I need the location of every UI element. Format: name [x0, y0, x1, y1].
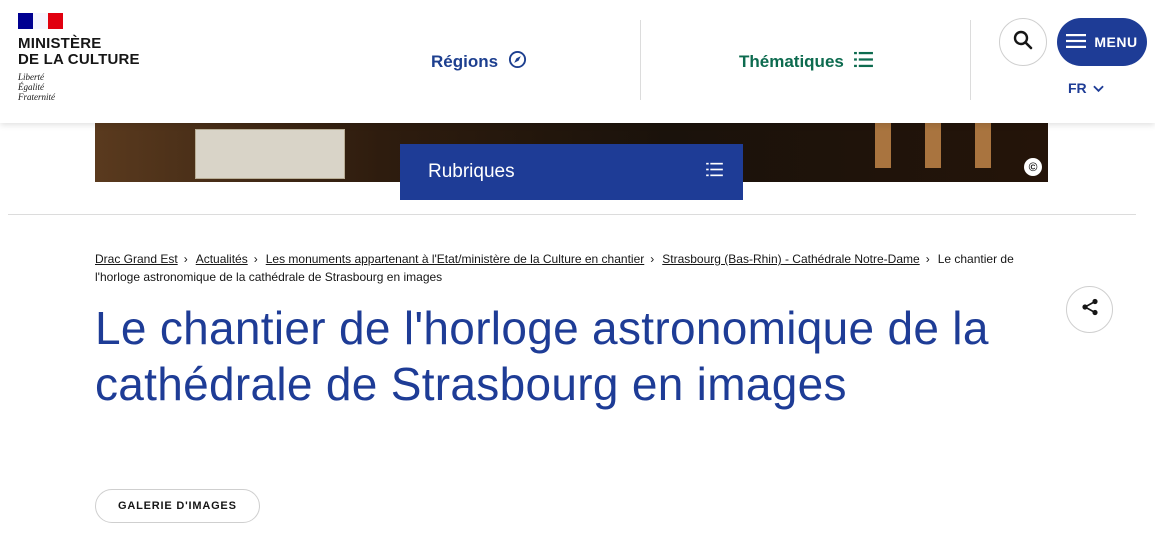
- breadcrumb: Drac Grand Est › Actualités › Les monuments …: [95, 250, 1055, 286]
- nav-thematiques[interactable]: Thématiques: [739, 50, 873, 74]
- image-detail: [975, 123, 991, 168]
- rubriques-button[interactable]: Rubriques: [400, 144, 743, 200]
- breadcrumb-link[interactable]: Actualités: [196, 252, 248, 266]
- search-icon: [1013, 30, 1033, 55]
- motto-liberte: Liberté: [18, 72, 44, 82]
- copyright-icon[interactable]: ©: [1024, 158, 1042, 176]
- compass-icon: [508, 50, 527, 74]
- share-icon: [1081, 298, 1099, 321]
- rubriques-label: Rubriques: [428, 161, 515, 182]
- list-icon: [853, 51, 873, 73]
- chevron-right-icon: ›: [925, 252, 930, 266]
- image-detail: [925, 123, 941, 168]
- hamburger-icon: [1066, 33, 1087, 51]
- nav-divider: [970, 20, 971, 100]
- chevron-right-icon: ›: [253, 252, 258, 266]
- marianne-flag-icon: [18, 13, 63, 29]
- nav-divider: [640, 20, 641, 100]
- ministry-name: MINISTÈRE DE LA CULTURE: [18, 35, 140, 68]
- image-detail: [875, 123, 891, 168]
- nav-regions[interactable]: Régions: [431, 50, 527, 74]
- ministry-logo[interactable]: MINISTÈRE DE LA CULTURE Liberté Égalité …: [18, 13, 158, 102]
- breadcrumb-link[interactable]: Strasbourg (Bas-Rhin) - Cathédrale Notre…: [662, 252, 919, 266]
- share-button[interactable]: [1066, 286, 1113, 333]
- chevron-right-icon: ›: [183, 252, 188, 266]
- list-icon: [706, 161, 723, 183]
- chevron-right-icon: ›: [650, 252, 655, 266]
- motto-egalite: Égalité: [18, 82, 44, 92]
- menu-button[interactable]: MENU: [1057, 18, 1147, 66]
- menu-label: MENU: [1094, 34, 1138, 50]
- nav-regions-label: Régions: [431, 52, 499, 71]
- chevron-down-icon: [1092, 80, 1104, 96]
- motto-fraternite: Fraternité: [18, 92, 55, 102]
- breadcrumb-link[interactable]: Drac Grand Est: [95, 252, 178, 266]
- republic-motto: Liberté Égalité Fraternité: [18, 72, 158, 102]
- page-title: Le chantier de l'horloge astronomique de…: [95, 302, 989, 410]
- site-header: MINISTÈRE DE LA CULTURE Liberté Égalité …: [0, 0, 1155, 123]
- breadcrumb-link[interactable]: Les monuments appartenant à l'Etat/minis…: [266, 252, 645, 266]
- section-divider: [8, 214, 1136, 215]
- gallery-tag[interactable]: GALERIE D'IMAGES: [95, 489, 260, 523]
- language-selector[interactable]: FR: [1068, 80, 1104, 96]
- search-button[interactable]: [999, 18, 1047, 66]
- language-label: FR: [1068, 80, 1087, 96]
- exhibition-panel-image: [195, 129, 345, 179]
- nav-thematiques-label: Thématiques: [739, 52, 844, 71]
